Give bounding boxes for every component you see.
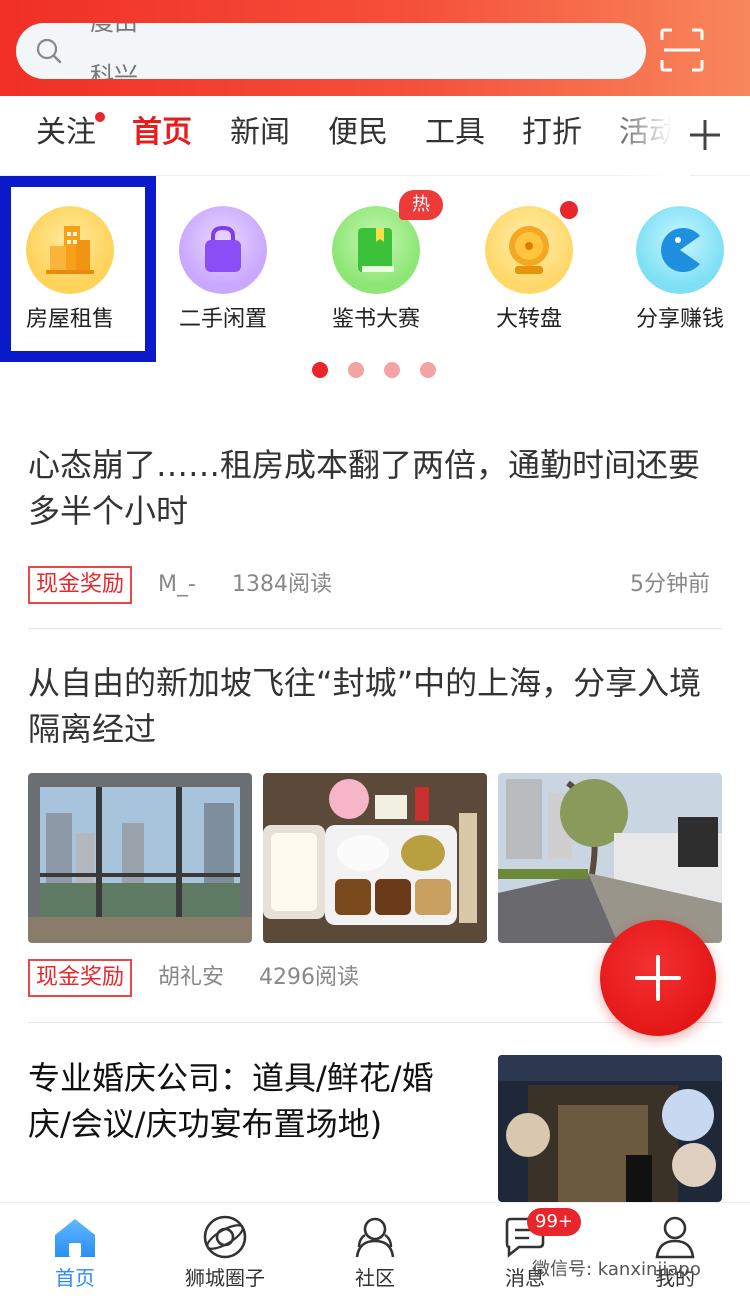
article-reads: 1384阅读 [232,572,332,597]
tab-label: 首页 [132,115,192,150]
article-title[interactable]: 专业婚庆公司：道具/鲜花/婚庆/会议/庆功宴布置场地) [28,1055,458,1147]
tab-label: 便民 [328,115,388,150]
hot-badge: 热 [399,190,443,220]
prize-wheel-icon [485,206,573,294]
quick-item-label: 分享赚钱 [635,307,724,332]
quick-item-lucky-wheel[interactable]: 大转盘 [459,200,599,340]
window-view-photo[interactable] [28,773,252,943]
bottom-nav: 首页 狮城圈子 社区 消息 我的 [0,1202,750,1301]
tab-news[interactable]: 新闻 [230,112,290,154]
search-bar[interactable]: 度由 科兴 [16,23,646,79]
quick-item-book-contest[interactable]: 鉴书大赛 [306,200,446,340]
tab-home[interactable]: 首页 [132,112,192,154]
article-title[interactable]: 心态崩了……租房成本翻了两倍，通勤时间还要多半个小时 [28,442,722,534]
plus-icon [656,955,660,1001]
article-title[interactable]: 从自由的新加坡飞往“封城”中的上海，分享入境隔离经过 [28,660,722,752]
pacman-icon [636,206,724,294]
tab-tools[interactable]: 工具 [425,112,485,154]
article-reads: 4296阅读 [259,965,359,990]
planet-icon [203,1215,247,1259]
home-icon [55,1219,95,1257]
reward-tag: 现金奖励 [28,566,133,604]
notification-dot [95,112,105,122]
nav-circles[interactable]: 狮城圈子 [150,1203,300,1301]
nav-label: 社区 [355,1266,395,1290]
article-time: 5分钟前 [630,572,710,597]
quick-item-label: 大转盘 [495,307,562,332]
profile-icon [655,1216,695,1259]
quick-item-share-earn[interactable]: 分享赚钱 [610,200,750,340]
nav-label: 狮城圈子 [185,1266,265,1290]
tab-discount[interactable]: 打折 [522,112,582,154]
tab-label: 工具 [425,115,485,150]
tab-label: 打折 [522,115,582,150]
divider [28,1022,722,1023]
tab-convenience[interactable]: 便民 [328,112,388,154]
message-count-badge: 99+ [527,1208,581,1236]
add-channel-icon[interactable] [688,118,722,152]
tab-fade [600,96,690,176]
publish-button[interactable] [600,920,716,1036]
notification-dot [560,201,578,219]
pager-dot [384,362,400,378]
reward-tag: 现金奖励 [28,959,133,997]
shopping-bag-icon [179,206,267,294]
quick-item-second-hand[interactable]: 二手闲置 [153,200,293,340]
tab-label: 关注 [36,115,96,150]
search-placeholder: 度由 [90,23,646,42]
pager-dot [420,362,436,378]
pager-dot [348,362,364,378]
tab-label: 新闻 [230,115,290,150]
divider [28,628,722,629]
quick-item-label: 鉴书大赛 [331,307,420,332]
community-icon [355,1217,395,1258]
highlight-box [0,176,156,362]
quarantine-meal-photo[interactable] [263,773,487,943]
top-header: 度由 科兴 [0,0,750,96]
watermark: 微信号: kanxinjiapo [532,1259,701,1280]
scan-icon[interactable] [660,28,704,72]
article-author[interactable]: M_- [158,566,196,604]
quick-item-label: 二手闲置 [178,307,267,332]
tab-follow[interactable]: 关注 [36,112,105,154]
pager-dot-active [312,362,328,378]
article-author[interactable]: 胡礼安 [158,959,224,997]
channel-tabs: 关注 首页 新闻 便民 工具 打折 活动 [0,96,750,176]
search-placeholder-next: 科兴 [90,62,138,79]
search-icon [36,38,62,64]
nav-home[interactable]: 首页 [0,1203,150,1301]
nav-label: 首页 [55,1266,95,1290]
nav-community[interactable]: 社区 [300,1203,450,1301]
street-photo[interactable] [498,773,722,943]
wedding-venue-photo[interactable] [498,1055,722,1202]
nav-profile[interactable]: 我的 [600,1203,750,1301]
